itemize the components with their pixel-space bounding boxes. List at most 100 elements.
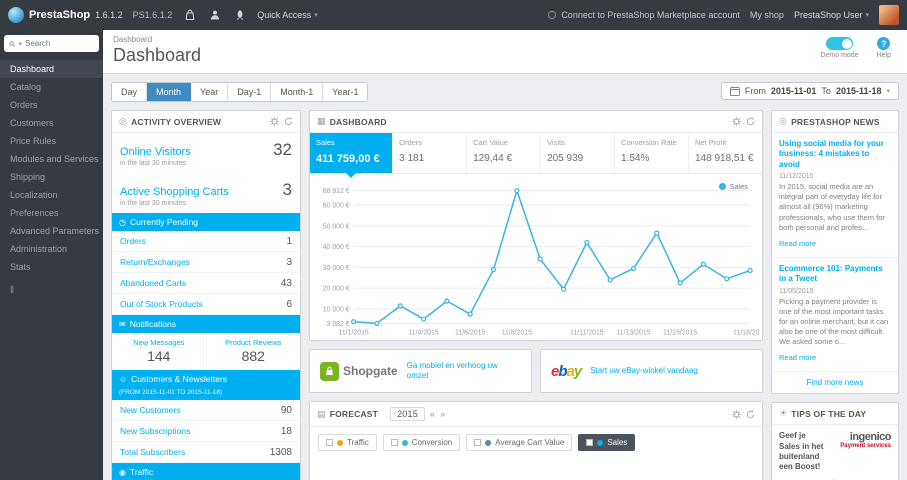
shopgate-promo-card[interactable]: Shopgate Ga mobiel en verhoog uw omzet — [309, 349, 532, 393]
period-day-1-button[interactable]: Day-1 — [228, 83, 272, 101]
help-button[interactable]: ? Help — [877, 37, 891, 59]
pending-orders-link[interactable]: Orders — [120, 236, 146, 246]
sidebar-search[interactable]: ▾ — [4, 35, 99, 52]
forecast-panel-title: FORECAST — [329, 409, 379, 419]
rocket-icon[interactable] — [232, 8, 247, 23]
header-tools: Demo mode ? Help — [820, 37, 891, 59]
dashboard-panel-header: ▦ DASHBOARD — [310, 111, 762, 133]
dashboard-columns: ◎ ACTIVITY OVERVIEW Online Visitors 32 i… — [111, 110, 899, 480]
kpi-visits[interactable]: Visits 205 939 — [541, 133, 616, 173]
kpi-row: Sales 411 759,00 € Orders 3 181 Cart Val… — [310, 133, 762, 178]
cart-icon[interactable] — [182, 8, 197, 23]
my-shop-link[interactable]: My shop — [750, 10, 784, 20]
toggle-traffic[interactable]: Traffic — [318, 434, 377, 451]
news-article-title[interactable]: Ecommerce 101: Payments in a Tweet — [779, 264, 891, 285]
toggle-conversion[interactable]: Conversion — [382, 434, 461, 451]
caret-down-icon: ▾ — [865, 12, 869, 19]
sidebar-item-stats[interactable]: Stats — [0, 258, 103, 276]
breadcrumb[interactable]: Dashboard — [113, 35, 897, 44]
toggle-average-cart-value[interactable]: Average Cart Value — [466, 434, 573, 451]
period-month-1-button[interactable]: Month-1 — [271, 83, 324, 101]
new-subscriptions-link[interactable]: New Subscriptions — [120, 426, 190, 436]
new-messages-cell[interactable]: New Messages 144 — [112, 333, 206, 369]
out-of-stock-link[interactable]: Out of Stock Products — [120, 299, 203, 309]
new-customers-link[interactable]: New Customers — [120, 405, 180, 415]
date-from-label: From — [744, 86, 766, 96]
sidebar-item-administration[interactable]: Administration — [0, 240, 103, 258]
search-scope-caret-icon[interactable]: ▾ — [19, 40, 23, 48]
period-month-button[interactable]: Month — [147, 83, 192, 101]
online-visitors-link[interactable]: Online Visitors — [120, 146, 191, 158]
sidebar-item-price-rules[interactable]: Price Rules — [0, 132, 103, 150]
sidebar-item-localization[interactable]: Localization — [0, 186, 103, 204]
sidebar-item-shipping[interactable]: Shipping — [0, 168, 103, 186]
period-year-button[interactable]: Year — [191, 83, 229, 101]
chart-legend[interactable]: Sales — [719, 182, 748, 191]
kpi-conversion-rate[interactable]: Conversion Rate 1.54% — [615, 133, 689, 173]
sidebar-item-customers[interactable]: Customers — [0, 114, 103, 132]
total-subscribers-value: 1308 — [269, 446, 292, 458]
prev-year-icon[interactable]: « — [430, 409, 435, 419]
quick-access-menu[interactable]: Quick Access ▾ — [257, 10, 318, 20]
ebay-letter: b — [558, 362, 567, 380]
notifications-icon: ✉ — [119, 319, 126, 329]
active-carts-link[interactable]: Active Shopping Carts — [120, 186, 229, 198]
news-article-title[interactable]: Using social media for your business: 4 … — [779, 139, 891, 170]
pending-returns-value: 3 — [286, 256, 292, 268]
news-panel-title: PRESTASHOP NEWS — [791, 116, 880, 127]
ingenico-brand-name: ingenico — [849, 431, 892, 444]
marketplace-link[interactable]: Connect to PrestaShop Marketplace accoun… — [547, 10, 740, 20]
date-to-value: 2015-11-18 — [835, 86, 882, 96]
abandoned-carts-link[interactable]: Abandoned Carts — [120, 278, 186, 288]
user-avatar[interactable] — [879, 5, 899, 25]
sidebar-item-modules[interactable]: Modules and Services — [0, 150, 103, 168]
list-item: Ecommerce 101: Payments in a Tweet 11/05… — [772, 258, 898, 373]
svg-text:11/8/2015: 11/8/2015 — [502, 329, 532, 336]
toggle-sales[interactable]: Sales — [578, 434, 636, 451]
shopgate-promo-link[interactable]: Ga mobiel en verhoog uw omzet — [407, 361, 521, 381]
quick-access-label: Quick Access — [257, 10, 312, 20]
sidebar-item-orders[interactable]: Orders — [0, 96, 103, 114]
collapse-sidebar-icon[interactable]: ‖ — [0, 276, 103, 305]
kpi-net-profit[interactable]: Net Profit 148 918,51 € — [689, 133, 762, 173]
sidebar-item-catalog[interactable]: Catalog — [0, 78, 103, 96]
pending-returns-link[interactable]: Return/Exchanges — [120, 257, 190, 267]
forecast-year-select[interactable]: 2015 — [390, 407, 425, 421]
kpi-orders[interactable]: Orders 3 181 — [393, 133, 468, 173]
refresh-icon[interactable] — [746, 409, 755, 419]
prestashop-logo[interactable]: PrestaShop 1.6.1.2 — [8, 7, 123, 23]
date-range-picker[interactable]: From 2015-11-01 To 2015-11-18 ▾ — [720, 82, 899, 100]
next-year-icon[interactable]: » — [440, 409, 445, 419]
sidebar-item-advanced-parameters[interactable]: Advanced Parameters — [0, 222, 103, 240]
read-more-link[interactable]: Read more — [779, 353, 816, 362]
employees-icon[interactable] — [207, 8, 222, 23]
user-menu[interactable]: PrestaShop User ▾ — [794, 10, 869, 20]
gear-icon[interactable] — [270, 117, 279, 126]
sales-chart-svg[interactable]: 66 912 € 60 000 € 50 000 € 40 000 € 30 000 €… — [312, 180, 760, 338]
svg-text:20 000 €: 20 000 € — [323, 286, 350, 293]
shopgate-bag-icon — [320, 361, 339, 381]
find-more-news-link[interactable]: Find more news — [772, 372, 898, 393]
svg-text:60 000 €: 60 000 € — [323, 202, 350, 209]
search-input[interactable] — [25, 39, 94, 48]
sales-dot-icon — [597, 439, 604, 446]
period-day-button[interactable]: Day — [112, 83, 148, 101]
kpi-sales[interactable]: Sales 411 759,00 € — [310, 133, 394, 178]
refresh-icon[interactable] — [746, 117, 755, 126]
gear-icon[interactable] — [732, 409, 741, 419]
topbar-right: Connect to PrestaShop Marketplace accoun… — [547, 5, 899, 25]
demo-mode-toggle[interactable]: Demo mode — [820, 37, 859, 59]
read-more-link[interactable]: Read more — [779, 239, 816, 248]
kpi-cart-value[interactable]: Cart Value 129,44 € — [467, 133, 542, 173]
ebay-promo-link[interactable]: Start uw eBay-winkel vandaag — [590, 366, 698, 376]
gear-icon[interactable] — [732, 117, 741, 126]
period-year-1-button[interactable]: Year-1 — [323, 83, 368, 101]
news-column: ◎ PRESTASHOP NEWS Using social media for… — [771, 110, 899, 480]
sidebar-item-preferences[interactable]: Preferences — [0, 204, 103, 222]
product-reviews-cell[interactable]: Product Reviews 882 — [205, 333, 301, 369]
sidebar-item-dashboard[interactable]: Dashboard — [0, 60, 103, 78]
refresh-icon[interactable] — [284, 117, 293, 126]
ebay-promo-card[interactable]: ebay Start uw eBay-winkel vandaag — [540, 349, 763, 393]
page-header: Dashboard Dashboard Demo mode ? Help — [103, 30, 907, 74]
total-subscribers-link[interactable]: Total Subscribers — [120, 447, 185, 457]
